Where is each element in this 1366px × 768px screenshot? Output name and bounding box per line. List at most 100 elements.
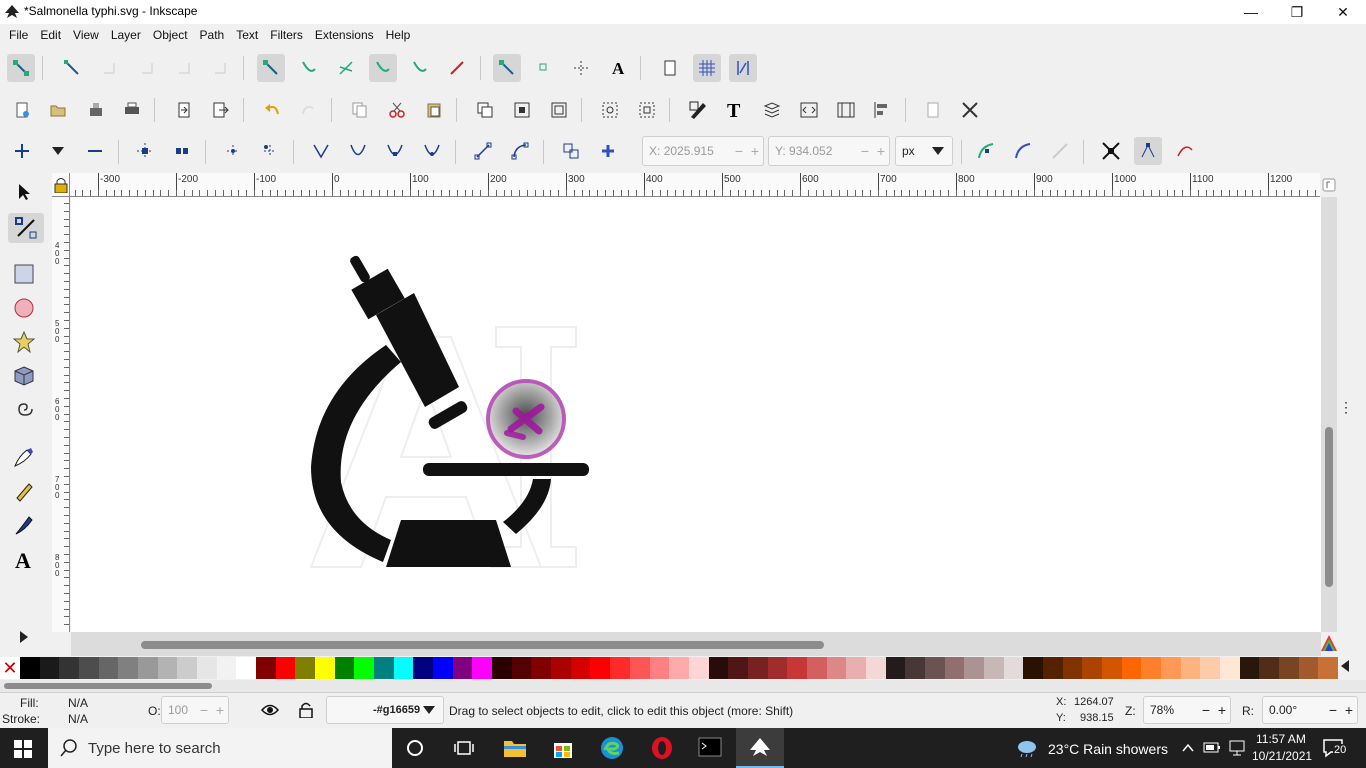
palette-swatch[interactable] — [315, 657, 335, 679]
palette-swatch[interactable] — [1239, 657, 1260, 679]
palette-swatch[interactable] — [1082, 657, 1102, 679]
snap-paths-button[interactable] — [295, 54, 323, 82]
palette-swatch[interactable] — [1160, 657, 1181, 679]
horizontal-scroll-thumb[interactable] — [141, 641, 824, 649]
palette-swatch[interactable] — [688, 657, 709, 679]
toolbox-expand-button[interactable] — [10, 623, 38, 651]
paste-button[interactable] — [420, 96, 448, 124]
text-font-button[interactable]: T — [721, 96, 749, 124]
tools-button[interactable] — [956, 96, 984, 124]
microsoft-store-button[interactable] — [552, 737, 574, 762]
palette-swatch[interactable] — [728, 657, 748, 679]
palette-scroll-thumb[interactable] — [4, 683, 212, 689]
palette-swatch[interactable] — [1259, 657, 1279, 679]
snap-others-button[interactable] — [493, 54, 521, 82]
palette-swatch[interactable] — [1121, 657, 1142, 679]
rotate-increment-button[interactable]: + — [1341, 702, 1357, 718]
close-button[interactable]: ✕ — [1320, 0, 1366, 24]
menu-text[interactable]: Text — [230, 28, 264, 42]
break-path-button[interactable] — [168, 137, 196, 165]
palette-swatch[interactable] — [157, 657, 178, 679]
node-y-field[interactable]: Y: 934.052 − + — [768, 136, 890, 166]
clock-date[interactable]: 10/21/2021 — [1252, 749, 1312, 763]
snap-rotation-center-button[interactable] — [530, 54, 558, 82]
toggle-lock-button[interactable] — [292, 696, 320, 724]
delete-segment-button[interactable] — [256, 137, 284, 165]
minimize-button[interactable]: — — [1228, 0, 1274, 24]
save-button[interactable] — [82, 96, 110, 124]
menu-edit[interactable]: Edit — [34, 28, 67, 42]
3d-box-tool[interactable] — [10, 362, 38, 390]
palette-swatch[interactable] — [885, 657, 906, 679]
segment-to-line-button[interactable] — [469, 137, 497, 165]
palette-swatch[interactable] — [1219, 657, 1240, 679]
calligraphy-tool[interactable] — [10, 511, 38, 539]
network-button[interactable] — [1229, 740, 1245, 759]
snap-intersections-button[interactable] — [332, 54, 360, 82]
ellipse-tool[interactable] — [10, 294, 38, 322]
symmetric-node-button[interactable] — [381, 137, 409, 165]
palette-swatch[interactable] — [1023, 657, 1043, 679]
xml-editor-button[interactable] — [795, 96, 823, 124]
snap-guides-button[interactable] — [729, 54, 757, 82]
vertical-scroll-thumb[interactable] — [1325, 427, 1333, 587]
palette-swatch[interactable] — [197, 657, 217, 679]
horizontal-scrollbar[interactable] — [71, 632, 1321, 656]
y-decrement-button[interactable]: − — [857, 143, 873, 159]
auto-smooth-node-button[interactable] — [418, 137, 446, 165]
snap-smooth-nodes-button[interactable] — [369, 54, 397, 82]
palette-swatch[interactable] — [374, 657, 394, 679]
snap-page-border-button[interactable] — [656, 54, 684, 82]
opacity-decrement-button[interactable]: − — [196, 702, 212, 718]
snap-toggle-button[interactable] — [7, 54, 35, 82]
palette-swatch[interactable] — [1180, 657, 1201, 679]
palette-swatch[interactable] — [767, 657, 788, 679]
text-tool[interactable]: A — [10, 546, 38, 574]
unlink-clone-button[interactable] — [545, 96, 573, 124]
notification-center-button[interactable]: 20 — [1322, 738, 1348, 761]
weather-widget[interactable] — [1016, 738, 1038, 761]
palette-swatch[interactable] — [492, 657, 512, 679]
vertical-ruler[interactable]: 400 500 600 700 800 — [52, 197, 70, 632]
insert-node-button[interactable] — [8, 137, 36, 165]
palette-swatch[interactable] — [747, 657, 768, 679]
edge-browser-button[interactable] — [600, 736, 624, 763]
palette-swatch[interactable] — [531, 657, 552, 679]
palette-swatch[interactable] — [256, 657, 276, 679]
redo-button[interactable] — [295, 96, 323, 124]
palette-swatch[interactable] — [865, 657, 886, 679]
rectangle-tool[interactable] — [10, 260, 38, 288]
toggle-visibility-button[interactable] — [256, 696, 284, 724]
palette-swatch[interactable] — [39, 657, 60, 679]
pencil-tool[interactable] — [10, 477, 38, 505]
palette-swatch[interactable] — [787, 657, 807, 679]
import-button[interactable] — [170, 96, 198, 124]
join-segment-button[interactable] — [219, 137, 247, 165]
show-hidden-icons-button[interactable] — [1182, 742, 1194, 756]
menu-file[interactable]: File — [3, 28, 34, 42]
file-explorer-button[interactable] — [503, 738, 527, 761]
inkscape-taskbar-button[interactable] — [736, 728, 784, 768]
spiral-tool[interactable] — [10, 396, 38, 424]
palette-swatch[interactable] — [216, 657, 237, 679]
stroke-to-path-button[interactable] — [594, 137, 622, 165]
start-button[interactable] — [14, 740, 32, 761]
palette-swatch[interactable] — [1101, 657, 1122, 679]
palette-swatch[interactable] — [177, 657, 198, 679]
selector-tool[interactable] — [10, 178, 38, 206]
palette-swatch[interactable] — [1042, 657, 1063, 679]
snap-centers-button[interactable] — [443, 54, 471, 82]
next-path-effect-button[interactable] — [972, 137, 1000, 165]
palette-swatch[interactable] — [590, 657, 611, 679]
palette-swatch[interactable] — [452, 657, 473, 679]
palette-swatch[interactable] — [118, 657, 139, 679]
stroke-value[interactable]: N/A — [68, 712, 88, 726]
align-distribute-button[interactable] — [868, 96, 896, 124]
snap-bbox-centers-button[interactable] — [206, 54, 234, 82]
star-tool[interactable] — [10, 328, 38, 356]
pen-tool[interactable] — [10, 443, 38, 471]
show-path-outline-button[interactable] — [1171, 137, 1199, 165]
rotate-decrement-button[interactable]: − — [1325, 702, 1341, 718]
guide-lock-toggle[interactable] — [52, 173, 70, 197]
palette-swatch[interactable] — [393, 657, 414, 679]
